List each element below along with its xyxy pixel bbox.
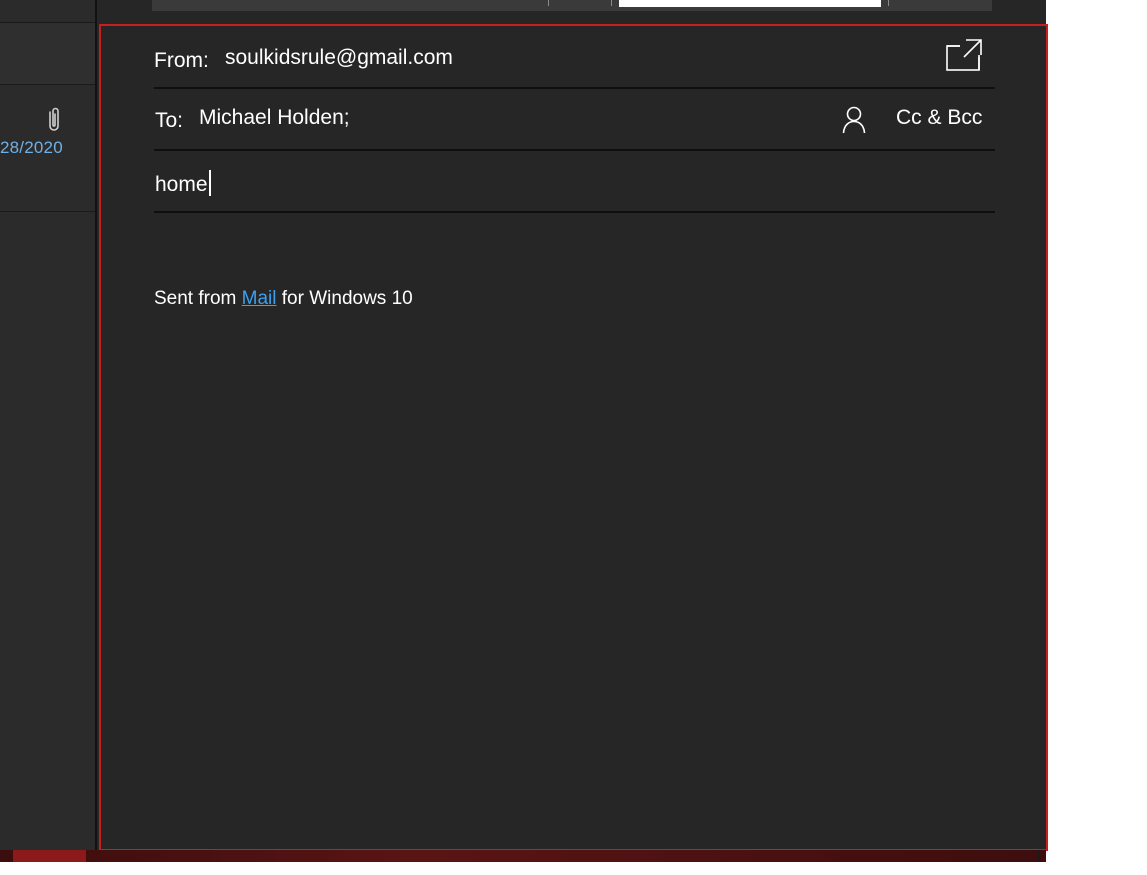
message-list-header[interactable]: [0, 23, 95, 85]
mail-link[interactable]: Mail: [242, 288, 277, 309]
to-label: To:: [155, 109, 184, 132]
from-account[interactable]: soulkidsrule@gmail.com: [225, 46, 453, 70]
paperclip-icon: [49, 107, 59, 131]
signature-suffix: for Windows 10: [276, 288, 413, 309]
text-caret: [208, 170, 211, 196]
from-row: From: soulkidsrule@gmail.com: [154, 26, 995, 89]
toolbar-divider: [888, 0, 889, 6]
to-row: To: Michael Holden; Cc & Bcc: [154, 89, 995, 151]
compose-window: From: soulkidsrule@gmail.com To: Michael…: [99, 24, 1048, 851]
message-list-toolbar: [0, 0, 95, 23]
message-body[interactable]: Sent from Mail for Windows 10: [154, 288, 995, 310]
toolbar-divider: [611, 0, 612, 6]
signature-prefix: Sent from: [154, 288, 242, 309]
person-icon[interactable]: [842, 106, 866, 134]
cc-bcc-button[interactable]: Cc & Bcc: [896, 106, 982, 130]
toolbar-divider: [548, 0, 549, 6]
mail-app: 28/2020 From: soulkidsrule@gmail.com To:…: [0, 0, 1048, 851]
taskbar-divider: [1038, 850, 1040, 862]
taskbar: [0, 850, 1046, 862]
to-field[interactable]: Michael Holden;: [199, 106, 350, 130]
subject-row: home: [154, 151, 995, 213]
format-toolbar: [152, 0, 992, 11]
from-label: From:: [154, 49, 209, 72]
popout-icon[interactable]: [946, 39, 982, 71]
taskbar-app-button[interactable]: [13, 850, 86, 862]
message-list-pane: 28/2020: [0, 0, 97, 850]
message-date: 28/2020: [0, 138, 63, 157]
toolbar-field[interactable]: [619, 0, 881, 7]
subject-text: home: [155, 173, 208, 196]
subject-input[interactable]: home: [155, 170, 211, 197]
